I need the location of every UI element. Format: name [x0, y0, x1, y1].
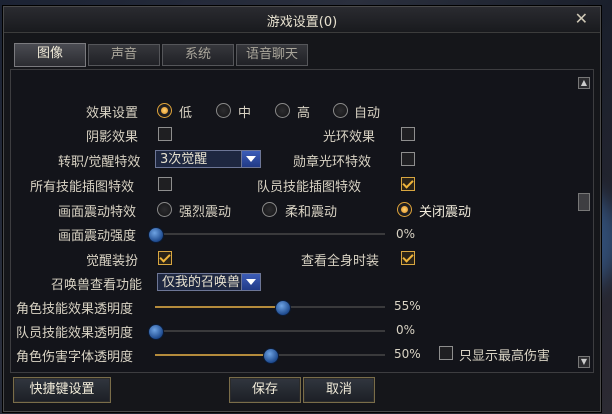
char-skill-opacity-slider[interactable] — [155, 300, 385, 316]
char-skill-opacity-value: 55% — [394, 299, 421, 313]
shadow-label: 阴影效果 — [86, 130, 139, 145]
title-bar: 游戏设置(0) ✕ — [4, 7, 600, 33]
skill-art-label: 所有技能插图特效 — [30, 180, 135, 195]
slider-knob[interactable] — [148, 227, 164, 243]
save-button[interactable]: 保存 — [229, 377, 301, 403]
effect-level-label: 效果设置 — [86, 106, 139, 121]
tab-voice-chat[interactable]: 语音聊天 — [236, 44, 308, 66]
slider-fill — [155, 306, 282, 308]
team-skill-opacity-value: 0% — [396, 323, 416, 337]
damage-font-opacity-slider[interactable] — [155, 348, 385, 364]
dialog-title: 游戏设置(0) — [266, 15, 338, 30]
cancel-button[interactable]: 取消 — [303, 377, 375, 403]
damage-font-opacity-label: 角色伤害字体透明度 — [16, 350, 134, 365]
shake-soft-label: 柔和震动 — [285, 205, 338, 220]
medal-halo-checkbox[interactable] — [401, 152, 415, 166]
tab-system[interactable]: 系统 — [162, 44, 234, 66]
full-outfit-checkbox[interactable] — [401, 251, 415, 265]
pet-view-value: 仅我的召唤兽 — [162, 275, 241, 290]
team-skill-opacity-slider[interactable] — [148, 324, 385, 340]
effect-low-radio[interactable] — [157, 103, 172, 118]
scroll-up-icon[interactable]: ▲ — [578, 77, 590, 89]
slider-knob[interactable] — [274, 300, 291, 316]
medal-halo-label: 勋章光环特效 — [293, 155, 372, 170]
shortcut-settings-button[interactable]: 快捷键设置 — [13, 377, 111, 403]
effect-low-label: 低 — [179, 106, 193, 121]
team-skill-art-label: 队员技能插图特效 — [257, 180, 362, 195]
slider-knob[interactable] — [263, 348, 279, 364]
chevron-down-icon[interactable] — [241, 274, 260, 290]
tab-sound[interactable]: 声音 — [88, 44, 160, 66]
effect-high-label: 高 — [297, 106, 311, 121]
chevron-down-icon[interactable] — [241, 151, 260, 167]
scrollbar-thumb[interactable] — [578, 193, 590, 211]
max-damage-only-label: 只显示最高伤害 — [459, 349, 551, 364]
effect-high-radio[interactable] — [275, 103, 290, 118]
shake-strong-label: 强烈震动 — [179, 205, 232, 220]
shake-strength-slider[interactable] — [148, 227, 385, 243]
scroll-down-icon[interactable]: ▼ — [578, 356, 590, 368]
shake-off-label: 关闭震动 — [419, 205, 472, 220]
damage-font-opacity-value: 50% — [394, 347, 421, 361]
effect-auto-label: 自动 — [354, 106, 381, 121]
slider-knob[interactable] — [148, 324, 164, 340]
effect-mid-label: 中 — [238, 106, 252, 121]
shake-strength-label: 画面震动强度 — [58, 229, 137, 244]
team-skill-art-checkbox[interactable] — [401, 177, 415, 191]
shake-label: 画面震动特效 — [58, 205, 137, 220]
shake-strong-radio[interactable] — [157, 202, 172, 217]
settings-dialog: 游戏设置(0) ✕ 图像 声音 系统 语音聊天 ▲ ▼ 效果设置 低 中 高 自… — [3, 6, 601, 412]
shake-strength-value: 0% — [396, 227, 416, 241]
pet-view-select[interactable]: 仅我的召唤兽 — [157, 273, 261, 291]
skill-art-checkbox[interactable] — [158, 177, 172, 191]
team-skill-opacity-label: 队员技能效果透明度 — [16, 326, 134, 341]
shake-off-radio[interactable] — [397, 202, 412, 217]
max-damage-only-checkbox[interactable] — [439, 346, 453, 360]
shake-soft-radio[interactable] — [262, 202, 277, 217]
pet-view-label: 召唤兽查看功能 — [51, 278, 143, 293]
awaken-effect-select[interactable]: 3次觉醒 — [155, 150, 261, 168]
halo-checkbox[interactable] — [401, 127, 415, 141]
full-outfit-label: 查看全身时装 — [301, 254, 380, 269]
char-skill-opacity-label: 角色技能效果透明度 — [16, 302, 134, 317]
shadow-checkbox[interactable] — [158, 127, 172, 141]
effect-mid-radio[interactable] — [216, 103, 231, 118]
awaken-effect-label: 转职/觉醒特效 — [58, 155, 141, 170]
slider-fill — [155, 354, 270, 356]
awaken-outfit-label: 觉醒装扮 — [86, 254, 139, 269]
awaken-effect-value: 3次觉醒 — [160, 152, 208, 167]
close-icon[interactable]: ✕ — [575, 9, 588, 28]
effect-auto-radio[interactable] — [333, 103, 348, 118]
halo-label: 光环效果 — [323, 130, 376, 145]
awaken-outfit-checkbox[interactable] — [158, 251, 172, 265]
tab-graphics[interactable]: 图像 — [14, 43, 86, 67]
